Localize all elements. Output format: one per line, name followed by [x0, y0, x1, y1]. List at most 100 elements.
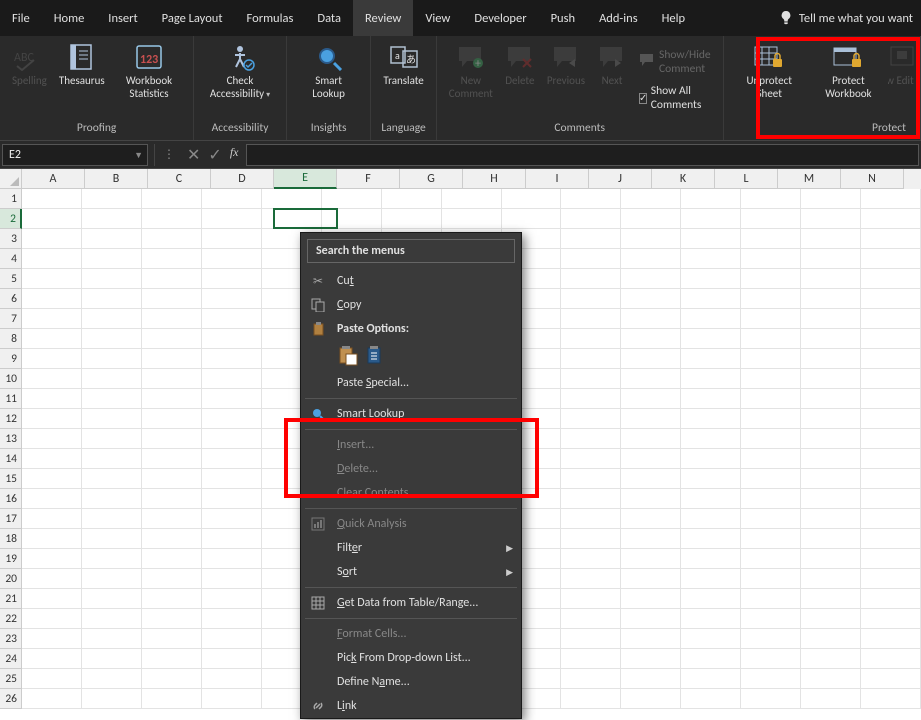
- tab-addins[interactable]: Add-ins: [587, 0, 650, 36]
- ctx-define-name[interactable]: Define Name...: [301, 670, 521, 694]
- row-header-17[interactable]: 17: [0, 509, 22, 529]
- formula-input[interactable]: [246, 144, 919, 166]
- row-header-25[interactable]: 25: [0, 669, 22, 689]
- row-header-23[interactable]: 23: [0, 629, 22, 649]
- ctx-get-data[interactable]: Get Data from Table/Range...: [301, 591, 521, 615]
- row-header-6[interactable]: 6: [0, 289, 22, 309]
- tab-formulas[interactable]: Formulas: [235, 0, 306, 36]
- col-header-K[interactable]: K: [652, 169, 715, 189]
- row-header-24[interactable]: 24: [0, 649, 22, 669]
- quick-analysis-icon: [309, 517, 327, 531]
- fx-icon[interactable]: fx: [230, 145, 239, 165]
- col-header-I[interactable]: I: [526, 169, 589, 189]
- ctx-sort[interactable]: Sort▶: [301, 560, 521, 584]
- row-header-15[interactable]: 15: [0, 469, 22, 489]
- row-header-20[interactable]: 20: [0, 569, 22, 589]
- delete-comment-button: Delete: [499, 39, 541, 121]
- protect-workbook-button[interactable]: Protect Workbook: [809, 39, 888, 121]
- next-comment-button: Next: [591, 39, 633, 121]
- translate-button[interactable]: aあ Translate: [377, 39, 429, 121]
- row-header-8[interactable]: 8: [0, 329, 22, 349]
- col-header-D[interactable]: D: [211, 169, 274, 189]
- tab-file[interactable]: File: [0, 0, 42, 36]
- ctx-paste-special[interactable]: Paste Special...: [301, 371, 521, 395]
- menu-bar: File Home Insert Page Layout Formulas Da…: [0, 0, 921, 36]
- row-header-4[interactable]: 4: [0, 249, 22, 269]
- group-comments: + New Comment Delete Previous Next Show/…: [437, 36, 724, 140]
- tab-view[interactable]: View: [413, 0, 462, 36]
- group-proofing: ABC Spelling Thesaurus 123 Workbook Stat…: [0, 36, 194, 140]
- tab-push[interactable]: Push: [539, 0, 587, 36]
- ctx-smart-lookup[interactable]: Smart Lookup: [301, 402, 521, 426]
- name-box[interactable]: E2 ▼: [2, 144, 148, 166]
- ctx-cut[interactable]: ✂ Cut: [301, 269, 521, 293]
- col-header-G[interactable]: G: [400, 169, 463, 189]
- row-header-18[interactable]: 18: [0, 529, 22, 549]
- allow-ranges-icon: [889, 43, 914, 71]
- col-header-C[interactable]: C: [148, 169, 211, 189]
- row-header-13[interactable]: 13: [0, 429, 22, 449]
- check-accessibility-button[interactable]: Check Accessibility▾: [200, 39, 280, 121]
- tell-me-search[interactable]: Tell me what you want: [771, 0, 921, 36]
- row-header-3[interactable]: 3: [0, 229, 22, 249]
- new-comment-button: + New Comment: [443, 39, 499, 121]
- row-header-7[interactable]: 7: [0, 309, 22, 329]
- paste-values-clipboard[interactable]: [365, 345, 387, 367]
- ctx-filter[interactable]: Filter▶: [301, 536, 521, 560]
- tab-page-layout[interactable]: Page Layout: [150, 0, 235, 36]
- chevron-down-icon: ▼: [134, 150, 143, 161]
- ctx-copy[interactable]: Copy: [301, 293, 521, 317]
- smart-lookup-button[interactable]: Smart Lookup: [293, 39, 365, 121]
- col-header-J[interactable]: J: [589, 169, 652, 189]
- show-all-comments[interactable]: Show All Comments: [633, 81, 717, 115]
- col-header-L[interactable]: L: [715, 169, 778, 189]
- row-header-21[interactable]: 21: [0, 589, 22, 609]
- paste-default[interactable]: [337, 345, 359, 367]
- row-header-16[interactable]: 16: [0, 489, 22, 509]
- group-insights: Smart Lookup Insights: [287, 36, 372, 140]
- col-header-N[interactable]: N: [841, 169, 904, 189]
- tab-data[interactable]: Data: [305, 0, 353, 36]
- ctx-insert: Insert...: [301, 433, 521, 457]
- row-header-1[interactable]: 1: [0, 189, 22, 209]
- row-header-19[interactable]: 19: [0, 549, 22, 569]
- clipboard-icon: [309, 322, 327, 336]
- row-headers: 1234567891011121314151617181920212223242…: [0, 189, 22, 709]
- col-header-A[interactable]: A: [22, 169, 85, 189]
- col-header-E[interactable]: E: [274, 169, 337, 189]
- col-header-B[interactable]: B: [85, 169, 148, 189]
- row-header-5[interactable]: 5: [0, 269, 22, 289]
- tab-developer[interactable]: Developer: [462, 0, 538, 36]
- ctx-clear-contents: Clear Contents: [301, 481, 521, 505]
- col-header-F[interactable]: F: [337, 169, 400, 189]
- svg-text:あ: あ: [406, 53, 416, 66]
- unprotect-sheet-button[interactable]: Unprotect Sheet: [730, 39, 809, 121]
- row-header-22[interactable]: 22: [0, 609, 22, 629]
- row-header-14[interactable]: 14: [0, 449, 22, 469]
- ctx-link[interactable]: Link: [301, 694, 521, 718]
- ctx-search-input[interactable]: Search the menus: [307, 239, 515, 263]
- tab-home[interactable]: Home: [42, 0, 97, 36]
- accept-formula-icon: ✓: [208, 145, 221, 165]
- ctx-pick-dropdown[interactable]: Pick From Drop-down List...: [301, 646, 521, 670]
- col-header-H[interactable]: H: [463, 169, 526, 189]
- row-header-9[interactable]: 9: [0, 349, 22, 369]
- context-menu: Search the menus ✂ Cut Copy Paste Option…: [300, 232, 522, 719]
- row-header-2[interactable]: 2: [0, 209, 22, 229]
- row-header-10[interactable]: 10: [0, 369, 22, 389]
- row-header-12[interactable]: 12: [0, 409, 22, 429]
- comment-icon: [639, 53, 655, 71]
- tab-insert[interactable]: Insert: [96, 0, 149, 36]
- thesaurus-icon: [67, 43, 97, 71]
- col-header-M[interactable]: M: [778, 169, 841, 189]
- select-all-corner[interactable]: [0, 169, 22, 189]
- row-header-26[interactable]: 26: [0, 689, 22, 709]
- workbook-stats-button[interactable]: 123 Workbook Statistics: [111, 39, 188, 121]
- submenu-arrow-icon: ▶: [506, 543, 513, 554]
- row-header-11[interactable]: 11: [0, 389, 22, 409]
- protect-workbook-icon: [832, 43, 864, 71]
- tab-help[interactable]: Help: [650, 0, 697, 36]
- tab-review[interactable]: Review: [353, 0, 413, 36]
- svg-text:a: a: [395, 49, 400, 62]
- thesaurus-button[interactable]: Thesaurus: [53, 39, 111, 121]
